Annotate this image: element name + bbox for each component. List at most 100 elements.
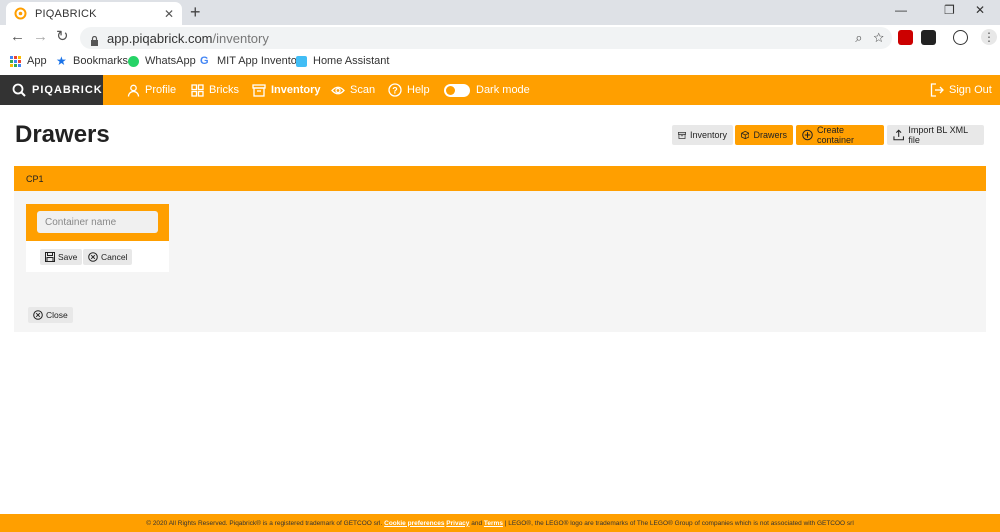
import-bl-xml-button[interactable]: Import BL XML file	[887, 125, 984, 145]
plus-circle-icon	[802, 129, 813, 141]
nav-scan[interactable]: Scan	[331, 75, 375, 105]
url-host: app.piqabrick.com	[107, 30, 213, 46]
save-button[interactable]: Save	[40, 249, 83, 265]
footer-copyright: © 2020 All Rights Reserved. Piqabrick® i…	[146, 519, 383, 527]
bookmark-label: App	[27, 55, 47, 67]
footer-and: and	[471, 519, 483, 527]
footer-trademark: | LEGO®, the LEGO® logo are trademarks o…	[504, 519, 854, 527]
sign-out-icon	[930, 83, 944, 97]
nav-label: Bricks	[209, 84, 239, 96]
extension-icon[interactable]	[921, 30, 936, 45]
cancel-circle-icon	[88, 252, 98, 262]
container-name-input[interactable]	[37, 211, 158, 233]
nav-label: Scan	[350, 84, 376, 96]
bookmark-label: WhatsApp	[145, 55, 196, 67]
address-bar-row: ← → ↻ app.piqabrick.com/inventory ⌕ ☆ ⋮	[0, 25, 1000, 51]
bookmark-apps[interactable]: App	[10, 55, 47, 67]
button-label: Inventory	[689, 130, 727, 140]
brand-name: PIQABRICK	[32, 84, 103, 96]
tab-close-icon[interactable]: ✕	[164, 7, 174, 21]
zoom-icon[interactable]: ⌕	[855, 30, 862, 45]
tab-title: PIQABRICK	[35, 7, 97, 20]
nav-label: Inventory	[271, 84, 321, 96]
forward-icon[interactable]: →	[33, 29, 48, 45]
dark-mode-label: Dark mode	[476, 84, 530, 96]
archive-icon	[678, 131, 686, 139]
save-icon	[45, 252, 55, 262]
close-button[interactable]: Close	[28, 307, 73, 323]
bookmark-whatsapp[interactable]: WhatsApp	[128, 55, 196, 67]
url-path: /inventory	[212, 30, 269, 46]
bookmark-bookmarks[interactable]: ★ Bookmarks	[56, 53, 129, 68]
container-code: CP1	[26, 173, 44, 184]
close-circle-icon	[33, 310, 43, 320]
upload-icon	[893, 129, 904, 141]
button-label: Close	[46, 310, 68, 320]
profile-avatar[interactable]	[953, 30, 968, 45]
sign-out-button[interactable]: Sign Out	[930, 75, 992, 105]
nav-help[interactable]: ? Help	[388, 75, 430, 105]
bookmark-home-assistant[interactable]: Home Assistant	[296, 55, 389, 67]
eye-icon	[331, 86, 345, 94]
privacy-link[interactable]: Privacy	[446, 520, 469, 527]
window-close-icon[interactable]: ✕	[975, 3, 985, 17]
restore-icon[interactable]: ❐	[944, 3, 955, 17]
piqabrick-logo-icon	[12, 83, 26, 97]
container-panel: CP1 Save Cancel Close	[14, 166, 986, 332]
nav-label: Help	[407, 84, 430, 96]
button-label: Drawers	[753, 130, 787, 140]
dark-mode-toggle[interactable]: Dark mode	[444, 75, 530, 105]
nav-bricks[interactable]: Bricks	[191, 75, 239, 105]
bookmark-label: Home Assistant	[313, 55, 390, 67]
ublock-extension-icon[interactable]	[898, 30, 913, 45]
bookmark-mit-app-inventor[interactable]: G MIT App Inventor	[200, 55, 301, 67]
create-container-button[interactable]: Create container	[796, 125, 884, 145]
piqabrick-favicon-icon	[14, 7, 27, 20]
new-tab-icon[interactable]: +	[190, 2, 201, 22]
inventory-view-button[interactable]: Inventory	[672, 125, 733, 145]
toggle-switch[interactable]	[444, 83, 470, 97]
button-label: Save	[58, 252, 78, 262]
user-icon	[127, 84, 140, 97]
button-label: Import BL XML file	[908, 125, 968, 145]
grid-icon	[191, 83, 204, 97]
browser-tab[interactable]: PIQABRICK ✕	[6, 2, 182, 25]
sign-out-label: Sign Out	[949, 84, 992, 96]
cookie-preferences-link[interactable]: Cookie preferences	[384, 520, 444, 527]
svg-text:?: ?	[392, 86, 398, 96]
panel-header[interactable]: CP1	[14, 166, 986, 191]
browser-tabstrip: PIQABRICK ✕ + — ❐ ✕	[0, 0, 1000, 25]
google-icon: G	[200, 54, 209, 67]
brand-logo[interactable]: PIQABRICK	[0, 75, 103, 105]
new-container-card: Save Cancel	[26, 204, 169, 272]
minimize-icon[interactable]: —	[895, 3, 907, 17]
card-header	[26, 204, 169, 241]
omnibox-actions: ⌕ ☆	[855, 30, 884, 46]
star-icon: ★	[56, 53, 67, 68]
terms-link[interactable]: Terms	[484, 520, 503, 527]
button-label: Create container	[817, 125, 855, 145]
url-input[interactable]: app.piqabrick.com/inventory ⌕ ☆	[80, 27, 892, 49]
reload-icon[interactable]: ↻	[56, 29, 69, 45]
bookmark-star-icon[interactable]: ☆	[873, 30, 884, 45]
lock-icon	[90, 34, 99, 46]
archive-icon	[252, 83, 266, 97]
nav-label: Profile	[145, 84, 177, 96]
apps-grid-icon	[10, 55, 21, 67]
help-icon: ?	[388, 83, 402, 97]
nav-inventory[interactable]: Inventory	[252, 75, 321, 105]
page-title: Drawers	[15, 121, 110, 148]
whatsapp-icon	[128, 55, 139, 67]
cancel-button[interactable]: Cancel	[83, 249, 133, 265]
button-label: Cancel	[101, 252, 128, 262]
bookmarks-bar: App ★ Bookmarks WhatsApp G MIT App Inven…	[0, 51, 1000, 73]
page-footer: © 2020 All Rights Reserved. Piqabrick® i…	[0, 514, 1000, 532]
back-icon[interactable]: ←	[10, 29, 25, 45]
nav-profile[interactable]: Profile	[127, 75, 176, 105]
drawers-view-button[interactable]: Drawers	[735, 125, 793, 145]
browser-menu-icon[interactable]: ⋮	[981, 29, 997, 45]
home-assistant-icon	[296, 55, 307, 67]
bookmark-label: MIT App Inventor	[217, 55, 301, 67]
bookmark-label: Bookmarks	[73, 55, 129, 67]
app-navbar: PIQABRICK Profile Bricks Inventory Scan …	[0, 75, 1000, 105]
